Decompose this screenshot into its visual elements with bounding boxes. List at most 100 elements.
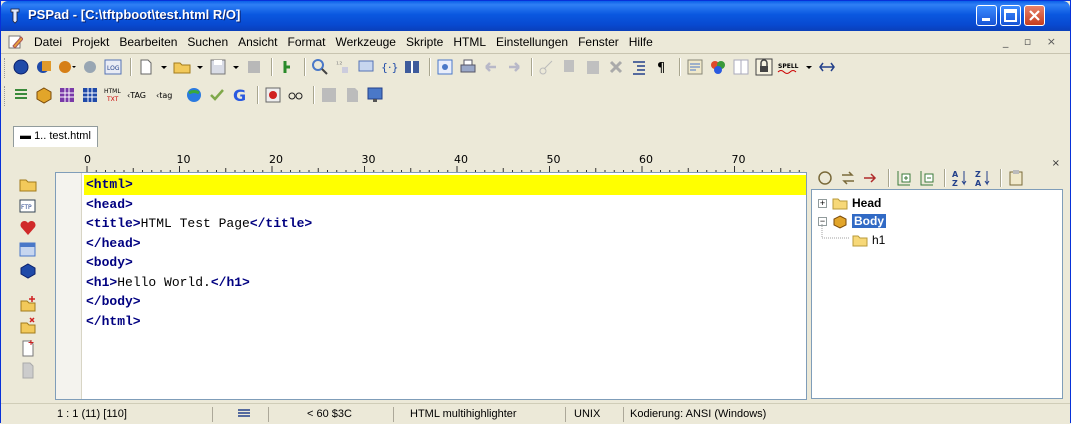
toolbar-grip[interactable]	[4, 58, 8, 78]
sort-az-icon[interactable]: AZ	[950, 168, 970, 188]
uppercase-tag-icon[interactable]: ‹TAG	[126, 85, 152, 105]
maximize-button[interactable]	[1000, 5, 1021, 26]
record-macro-icon[interactable]	[263, 85, 283, 105]
remove-file-icon[interactable]	[19, 317, 37, 335]
search-files-icon[interactable]	[356, 57, 376, 77]
block-icon[interactable]	[319, 85, 339, 105]
menu-werkzeuge[interactable]: Werkzeuge	[331, 35, 401, 49]
code-editor[interactable]: <html> <head> <title>HTML Test Page</tit…	[55, 172, 807, 400]
status-highlighter[interactable]: HTML multihighlighter	[404, 407, 566, 422]
delete-icon[interactable]	[606, 57, 626, 77]
menu-fenster[interactable]: Fenster	[573, 35, 624, 49]
sort-za-icon[interactable]: ZA	[973, 168, 993, 188]
search-icon[interactable]	[310, 57, 330, 77]
globe-icon[interactable]	[184, 85, 204, 105]
menu-html[interactable]: HTML	[448, 35, 491, 49]
project-panel-icon[interactable]	[19, 262, 37, 280]
document-pencil-icon[interactable]	[7, 34, 24, 53]
menu-hilfe[interactable]: Hilfe	[624, 35, 658, 49]
code-area[interactable]: <html> <head> <title>HTML Test Page</tit…	[84, 175, 806, 331]
code-line-8[interactable]: </html>	[84, 312, 806, 332]
code-line-2[interactable]: <head>	[84, 195, 806, 215]
menu-projekt[interactable]: Projekt	[67, 35, 114, 49]
validator-icon[interactable]	[207, 85, 227, 105]
replace-icon[interactable]: ¹²	[333, 57, 353, 77]
add-file-icon[interactable]	[19, 295, 37, 313]
spell-check-icon[interactable]: SPELL	[777, 57, 801, 77]
status-lines-icon[interactable]	[213, 407, 269, 422]
code-line-3[interactable]: <title>HTML Test Page</title>	[84, 214, 806, 234]
toolbar-grip-2[interactable]	[4, 86, 8, 106]
save-icon[interactable]	[208, 57, 228, 77]
save-all-icon[interactable]	[244, 57, 264, 77]
disabled-file-icon[interactable]	[19, 361, 37, 379]
ftp-icon[interactable]	[80, 57, 100, 77]
code-line-1[interactable]: <html>	[84, 175, 806, 195]
sync-tree-icon[interactable]	[838, 168, 858, 188]
mark-icon[interactable]	[277, 57, 297, 77]
glasses-icon[interactable]	[286, 85, 306, 105]
html-tree-view[interactable]: + Head − Body h1	[811, 189, 1063, 399]
bracket-match-icon[interactable]: {·}	[379, 57, 399, 77]
indent-icon[interactable]	[629, 57, 649, 77]
spell-dropdown-icon[interactable]	[804, 57, 814, 77]
new-file-icon[interactable]	[136, 57, 156, 77]
menu-datei[interactable]: Datei	[29, 35, 67, 49]
book-icon[interactable]	[402, 57, 422, 77]
cube-icon[interactable]	[34, 85, 54, 105]
code-line-7[interactable]: </body>	[84, 292, 806, 312]
html-tidy-icon[interactable]	[11, 85, 31, 105]
clipboard-icon[interactable]	[1006, 168, 1026, 188]
new-project-file-icon[interactable]	[19, 339, 37, 357]
ftp-panel-icon[interactable]: FTP	[19, 197, 37, 215]
menu-suchen[interactable]: Suchen	[182, 35, 233, 49]
mdi-window-controls[interactable]: _ ▫ ×	[1003, 35, 1062, 48]
expand-all-icon[interactable]	[894, 168, 914, 188]
open-folder-icon[interactable]	[172, 57, 192, 77]
goto-tag-icon[interactable]	[861, 168, 881, 188]
title-bar[interactable]: PSPad - [C:\tftpboot\test.html R/O]	[1, 1, 1070, 31]
undo-icon[interactable]	[481, 57, 501, 77]
copy-icon[interactable]	[560, 57, 580, 77]
status-line-endings[interactable]: UNIX	[568, 407, 624, 422]
column-icon[interactable]	[731, 57, 751, 77]
project-open-icon[interactable]	[34, 57, 54, 77]
log-icon[interactable]: LOG	[103, 57, 123, 77]
project-icon[interactable]	[11, 57, 31, 77]
save-dropdown-icon[interactable]	[231, 57, 241, 77]
minimize-button[interactable]	[976, 5, 997, 26]
menu-einstellungen[interactable]: Einstellungen	[491, 35, 573, 49]
cut-icon[interactable]	[537, 57, 557, 77]
folder-icon[interactable]	[19, 175, 37, 193]
pilcrow-icon[interactable]: ¶	[652, 57, 672, 77]
pspad-app-icon[interactable]	[9, 8, 21, 24]
favorites-heart-icon[interactable]	[19, 219, 37, 237]
new-dropdown-icon[interactable]	[159, 57, 169, 77]
open-dropdown-icon[interactable]	[195, 57, 205, 77]
close-button[interactable]	[1024, 5, 1045, 26]
tab-test-html[interactable]: ▬ 1.. test.html	[13, 126, 98, 147]
project-dropdown-icon[interactable]	[57, 57, 77, 77]
code-line-5[interactable]: <body>	[84, 253, 806, 273]
code-line-6[interactable]: <h1>Hello World.</h1>	[84, 273, 806, 293]
clip-window-icon[interactable]	[19, 241, 37, 259]
redo-icon[interactable]	[504, 57, 524, 77]
table-icon[interactable]	[80, 85, 100, 105]
menu-ansicht[interactable]: Ansicht	[233, 35, 282, 49]
menu-format[interactable]: Format	[282, 35, 330, 49]
refresh-tree-icon[interactable]	[815, 168, 835, 188]
code-line-4[interactable]: </head>	[84, 234, 806, 254]
google-icon[interactable]: G	[230, 85, 250, 105]
tree-node-h1[interactable]: h1	[852, 233, 885, 247]
table-color-icon[interactable]	[57, 85, 77, 105]
html-to-txt-icon[interactable]: HTML TXT	[103, 85, 123, 105]
paste-icon[interactable]	[583, 57, 603, 77]
menu-skripte[interactable]: Skripte	[401, 35, 448, 49]
preview-icon[interactable]	[435, 57, 455, 77]
colors-icon[interactable]	[708, 57, 728, 77]
editor-gutter[interactable]	[56, 173, 82, 399]
monitor-icon[interactable]	[365, 85, 385, 105]
print-icon[interactable]	[458, 57, 478, 77]
split-icon[interactable]	[817, 57, 837, 77]
status-encoding[interactable]: Kodierung: ANSI (Windows)	[624, 407, 844, 422]
